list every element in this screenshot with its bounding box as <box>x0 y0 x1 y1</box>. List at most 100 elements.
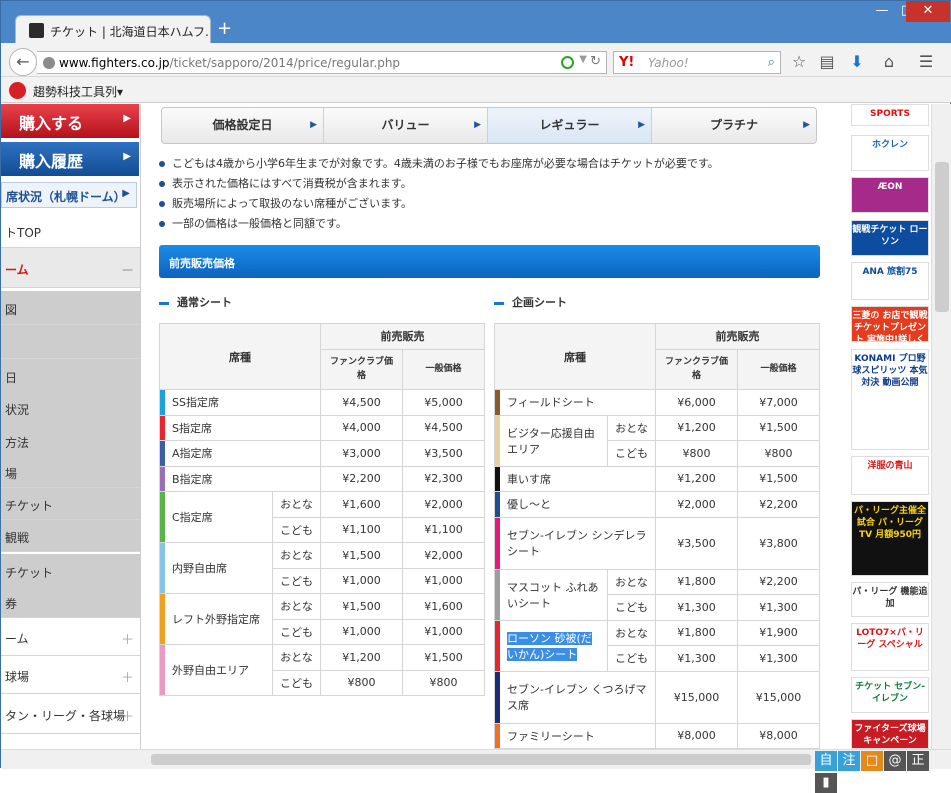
sidebar-item[interactable]: 観戦 <box>1 520 140 552</box>
arrow-right-icon: ▶ <box>474 120 481 130</box>
general-price: ¥1,900 <box>737 619 820 646</box>
sidebar-item[interactable]: タン・リーグ・各球場＋ <box>1 694 140 734</box>
adult-label: おとな <box>607 619 656 646</box>
buy-button[interactable]: 購入する ▶ <box>1 104 139 138</box>
back-button[interactable]: ← <box>9 48 37 76</box>
ad-banner[interactable]: 三菱の お店で観戦 チケットプレゼント 実施中!詳しくはこちら <box>851 306 929 342</box>
ime-button[interactable]: 正 <box>907 751 929 771</box>
scroll-thumb[interactable] <box>151 754 811 765</box>
fanclub-price: ¥8,000 <box>655 722 738 749</box>
fanclub-price: ¥800 <box>655 440 738 467</box>
ime-button[interactable]: □ <box>861 751 883 771</box>
header-row: 席種 前売販売 <box>494 323 820 390</box>
sidebar-item[interactable]: 券 <box>1 586 140 618</box>
reload-icon[interactable]: ↻ <box>590 54 601 69</box>
ad-banner[interactable]: パ・リーグ 機能追加 <box>851 582 929 617</box>
home-icon[interactable]: ⌂ <box>878 51 900 73</box>
star-icon[interactable]: ☆ <box>788 51 810 73</box>
close-window-button[interactable]: ✕ <box>906 1 950 22</box>
browser-tab[interactable]: チケット | 北海道日本ハムフ... <box>15 15 211 45</box>
address-bar[interactable]: www.fighters.co.jp/ticket/sapporo/2014/p… <box>37 51 607 74</box>
sidebar-item[interactable]: ーム ＋ <box>1 618 140 656</box>
fanclub-price: ¥1,600 <box>320 491 403 518</box>
fanclub-price: ¥3,500 <box>655 516 738 570</box>
sidebar-item-label: 状況 <box>5 403 30 417</box>
bookmarks-list-icon[interactable]: ▤ <box>816 51 838 73</box>
sidebar-item-label: トTOP <box>5 226 42 240</box>
check-icon[interactable] <box>561 56 574 69</box>
history-button[interactable]: 購入履歴 ▶ <box>1 142 139 176</box>
special-price-table: 席種 前売販売 ファンクラブ価格 一般価格 フィールドシート ¥6,000 ¥7,000 ビジ… <box>494 323 820 749</box>
new-tab-button[interactable]: + <box>217 18 232 39</box>
sidebar-item[interactable] <box>1 325 140 359</box>
sidebar-item[interactable]: チケット <box>1 554 140 588</box>
horizontal-scrollbar[interactable] <box>1 749 951 769</box>
ad-banner[interactable]: チケット セブン-イレブン <box>851 677 929 713</box>
note-text: 表示された価格にはすべて消費税が含まれます。 <box>172 177 412 190</box>
fanclub-price: ¥2,200 <box>320 465 403 492</box>
sidebar-item[interactable]: 状況 <box>1 391 140 425</box>
history-label: 購入履歴 <box>19 152 84 171</box>
tab-platinum[interactable]: プラチナ ▶ <box>652 108 816 143</box>
minimize-button[interactable]: — <box>869 1 895 22</box>
ad-banner[interactable]: LOTO7×パ・リーグ スペシャル <box>851 623 929 671</box>
vertical-scrollbar[interactable] <box>931 104 951 749</box>
ime-button[interactable]: 注 <box>838 751 860 771</box>
seat-name-cell: 優し〜と <box>494 491 656 518</box>
trend-toolbar-button[interactable]: 趨勢科技工具列▾ <box>33 83 123 100</box>
sidebar-item[interactable]: 方法 <box>1 424 140 458</box>
ad-banner[interactable]: ホクレン <box>851 135 929 171</box>
seat-name-cell: SS指定席 <box>159 389 321 416</box>
tab-regular[interactable]: レギュラー ▶ <box>488 108 652 143</box>
seat-name: 内野自由席 <box>172 562 227 575</box>
color-bar <box>495 620 500 671</box>
ad-banner[interactable]: 洋服の青山 <box>851 456 929 495</box>
search-input[interactable]: Y! Yahoo! ⌕ <box>613 51 781 74</box>
ad-banner[interactable]: 観戦チケット ローソン <box>851 220 929 256</box>
ad-banner[interactable]: ÆON <box>851 177 929 213</box>
ime-button[interactable]: ▮ <box>815 773 837 793</box>
expand-icon[interactable]: ＋ <box>121 629 134 648</box>
seat-name: 車いす席 <box>507 472 551 486</box>
expand-icon[interactable]: ＋ <box>121 667 134 686</box>
ad-banner[interactable]: パ・リーグ主催全試合 パ・リーグTV 月額950円 <box>851 501 929 576</box>
sidebar-item[interactable]: 場 <box>1 456 140 488</box>
dash-icon <box>494 301 504 305</box>
tab-price-days[interactable]: 価格設定日 ▶ <box>162 108 324 143</box>
ad-banner[interactable]: ANA 旅割75 <box>851 262 929 300</box>
search-icon[interactable]: ⌕ <box>768 55 775 70</box>
ime-button[interactable]: @ <box>884 751 906 771</box>
fanclub-price: ¥6,000 <box>655 389 738 416</box>
table-row: フィールドシート ¥6,000 ¥7,000 <box>494 389 820 416</box>
sidebar-item[interactable]: トTOP <box>1 214 140 248</box>
sidebar-item-label: 日 <box>5 371 18 385</box>
fanclub-header: ファンクラブ価格 <box>320 348 403 391</box>
expand-icon[interactable]: ＋ <box>121 706 134 725</box>
download-icon[interactable]: ⬇ <box>846 51 868 73</box>
ime-button[interactable]: 自 <box>815 751 837 771</box>
color-bar <box>160 390 165 415</box>
child-label: こども <box>272 618 321 645</box>
seat-status-button[interactable]: 席状況（札幌ドーム） ▶ <box>1 182 137 208</box>
expand-icon[interactable]: － <box>121 260 134 279</box>
sidebar-item[interactable]: ーム － <box>1 248 140 288</box>
ad-banner[interactable]: SPORTS <box>851 104 929 126</box>
ad-banner[interactable]: KONAMI プロ野球スピリッツ 本気対決 動画公開 <box>851 349 929 450</box>
bullet-icon <box>159 221 165 227</box>
bullet-icon <box>159 201 165 207</box>
sidebar-item[interactable]: チケット <box>1 488 140 520</box>
note-text: 一部の価格は一般価格と同額です。 <box>172 217 347 230</box>
sidebar-item[interactable]: 日 <box>1 359 140 393</box>
sidebar-item[interactable]: 図 <box>1 291 140 325</box>
ad-banner[interactable]: ファイターズ球場 キャンペーン McDonald's <box>851 719 929 749</box>
child-label: こども <box>607 645 656 672</box>
menu-icon[interactable]: ☰ <box>915 51 937 73</box>
tab-value[interactable]: バリュー ▶ <box>324 108 488 143</box>
note-item: 一部の価格は一般価格と同額です。 <box>159 214 719 234</box>
dropdown-icon[interactable]: ▼ <box>579 54 587 65</box>
scroll-thumb[interactable] <box>935 162 949 312</box>
color-bar <box>495 723 500 748</box>
sidebar-item[interactable]: 球場 ＋ <box>1 656 140 694</box>
table-row: 内野自由席 おとな ¥1,500 ¥2,000 <box>159 542 485 594</box>
seat-status-label: 席状況（札幌ドーム） <box>6 190 126 204</box>
